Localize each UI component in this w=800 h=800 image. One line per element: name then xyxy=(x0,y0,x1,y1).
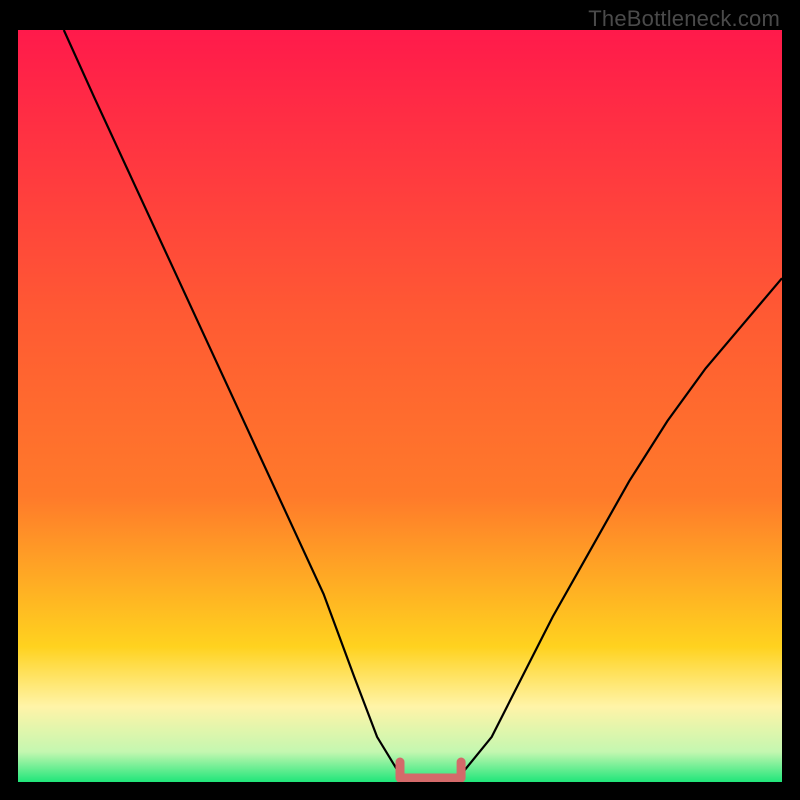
watermark-text: TheBottleneck.com xyxy=(588,6,780,32)
chart-svg xyxy=(18,30,782,782)
plot-area xyxy=(18,30,782,782)
chart-frame: TheBottleneck.com xyxy=(0,0,800,800)
gradient-background xyxy=(18,30,782,782)
